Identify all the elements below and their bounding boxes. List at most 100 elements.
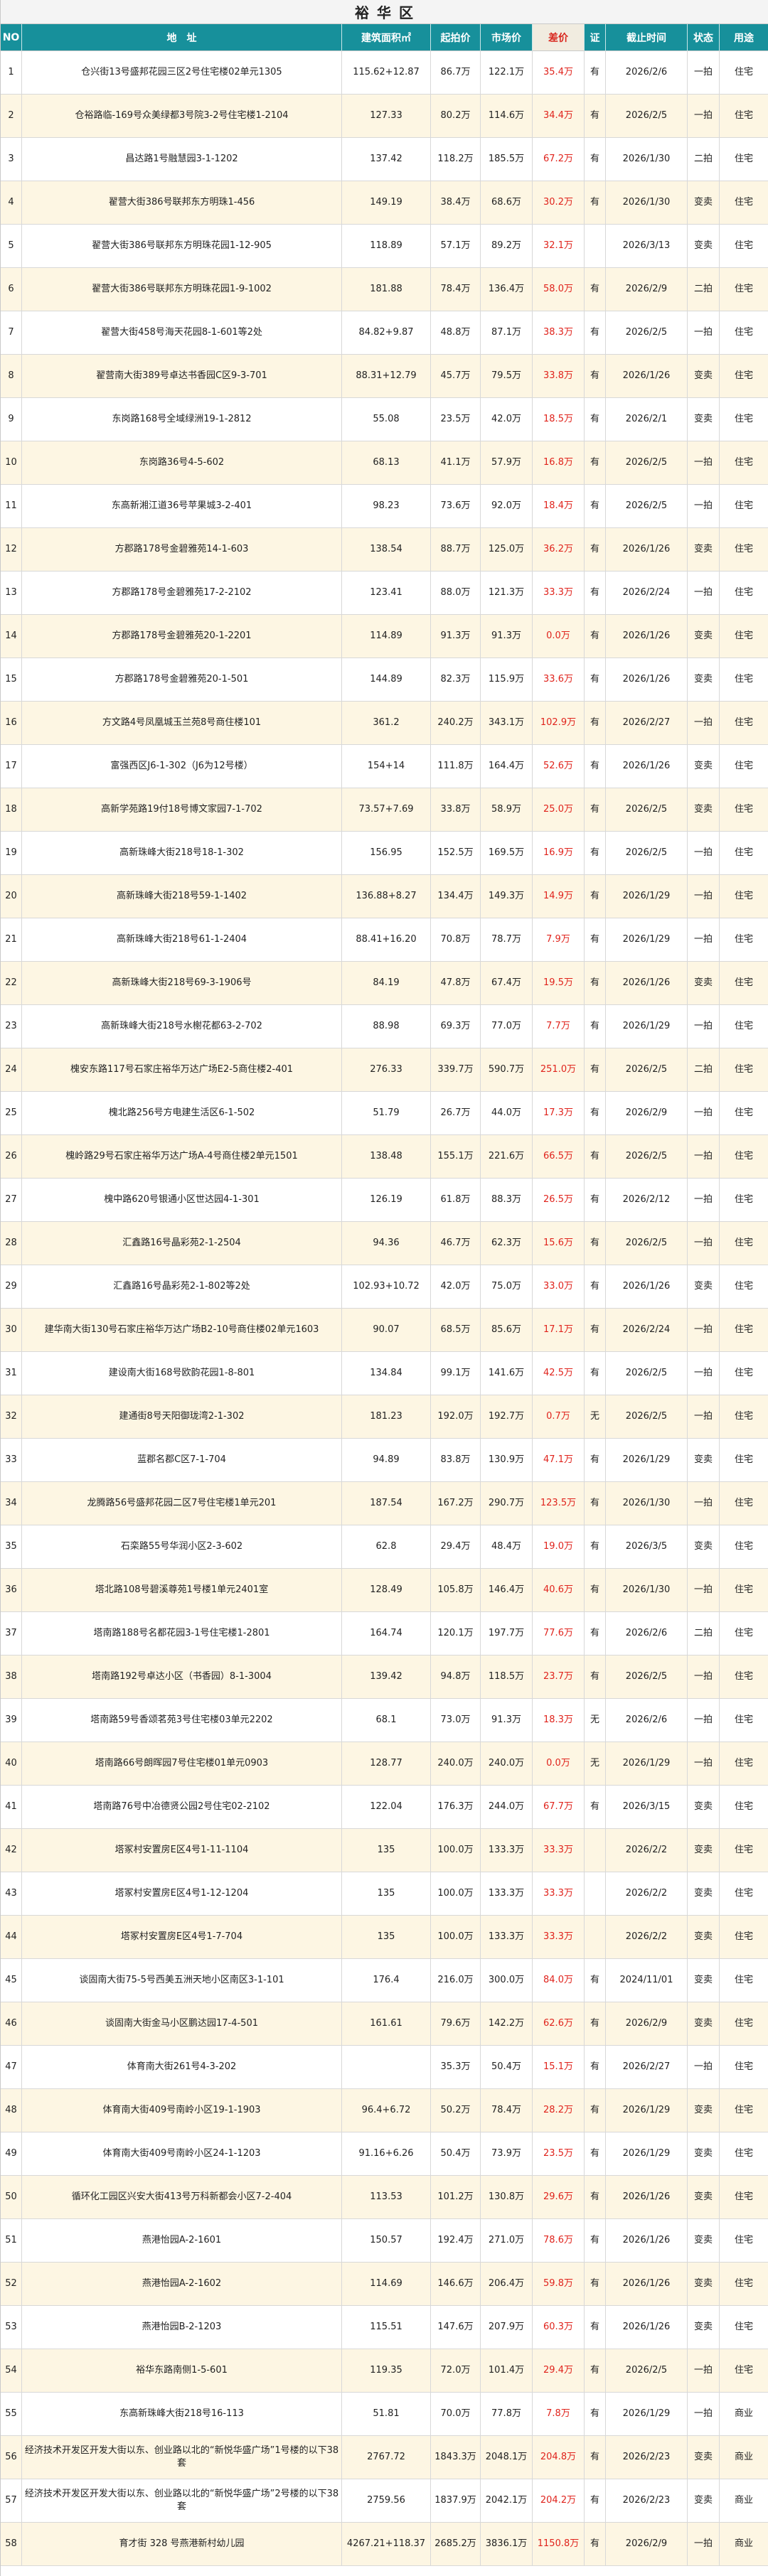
cell-usage: 商业	[720, 2523, 768, 2566]
cell-start-price: 134.4万	[431, 875, 481, 918]
cell-deadline: 2026/1/30	[606, 1569, 688, 1612]
cell-no: 57	[1, 2479, 22, 2523]
cell-area: 62.8	[342, 1525, 431, 1569]
cell-address: 塔南路192号卓达小区（书香园）8-1-3004	[22, 1655, 342, 1699]
cell-cert: 有	[585, 658, 606, 702]
cell-cert	[585, 1872, 606, 1916]
cell-diff: 15.1万	[533, 2046, 585, 2089]
cell-start-price: 192.0万	[431, 1395, 481, 1439]
cell-area: 73.57+7.69	[342, 788, 431, 832]
cell-cert: 有	[585, 138, 606, 181]
cell-address: 方郡路178号金碧雅苑20-1-2201	[22, 615, 342, 658]
cell-diff: 123.5万	[533, 1482, 585, 1525]
cell-status: 一拍	[688, 1092, 720, 1135]
cell-start-price: 100.0万	[431, 1829, 481, 1872]
cell-deadline: 2026/2/5	[606, 1222, 688, 1265]
cell-market-price: 62.3万	[481, 1222, 533, 1265]
cell-usage: 住宅	[720, 1916, 768, 1959]
cell-diff: 1150.8万	[533, 2523, 585, 2566]
cell-usage: 住宅	[720, 398, 768, 441]
cell-no: 52	[1, 2263, 22, 2306]
cell-diff: 36.2万	[533, 528, 585, 571]
cell-address: 循环化工园区兴安大街413号万科新都会小区7-2-404	[22, 2176, 342, 2219]
cell-area: 84.19	[342, 962, 431, 1005]
cell-address: 高新珠峰大街218号水榭花都63-2-702	[22, 1005, 342, 1048]
cell-status: 变卖	[688, 1525, 720, 1569]
cell-cert: 有	[585, 95, 606, 138]
cell-area: 113.53	[342, 2176, 431, 2219]
cell-address: 建华南大街130号石家庄裕华万达广场B2-10号商住楼02单元1603	[22, 1309, 342, 1352]
cell-usage: 住宅	[720, 1569, 768, 1612]
cell-deadline: 2026/1/29	[606, 918, 688, 962]
cell-address: 方郡路178号金碧雅苑20-1-501	[22, 658, 342, 702]
cell-area: 161.61	[342, 2002, 431, 2046]
cell-area: 276.33	[342, 1048, 431, 1092]
cell-deadline: 2026/2/5	[606, 95, 688, 138]
cell-diff: 47.1万	[533, 1439, 585, 1482]
header-area: 建筑面积㎡	[342, 24, 431, 51]
cell-diff: 18.5万	[533, 398, 585, 441]
cell-usage: 住宅	[720, 1439, 768, 1482]
cell-market-price: 197.7万	[481, 1612, 533, 1655]
cell-diff: 26.5万	[533, 1179, 585, 1222]
cell-deadline: 2026/1/26	[606, 658, 688, 702]
cell-address: 东岗路168号全域绿洲19-1-2812	[22, 398, 342, 441]
cell-start-price: 88.7万	[431, 528, 481, 571]
cell-deadline: 2026/1/30	[606, 138, 688, 181]
header-market-price: 市场价	[481, 24, 533, 51]
cell-status: 一拍	[688, 1482, 720, 1525]
cell-area: 135	[342, 1872, 431, 1916]
cell-deadline: 2024/11/01	[606, 1959, 688, 2002]
cell-market-price: 88.3万	[481, 1179, 533, 1222]
cell-deadline: 2026/1/26	[606, 528, 688, 571]
cell-cert: 有	[585, 702, 606, 745]
cell-no: 30	[1, 1309, 22, 1352]
cell-start-price: 79.6万	[431, 2002, 481, 2046]
cell-diff: 14.9万	[533, 875, 585, 918]
cell-start-price: 100.0万	[431, 1916, 481, 1959]
cell-cert: 有	[585, 1222, 606, 1265]
cell-area: 144.89	[342, 658, 431, 702]
cell-status: 一拍	[688, 311, 720, 355]
cell-no: 28	[1, 1222, 22, 1265]
cell-area: 128.49	[342, 1569, 431, 1612]
cell-no: 3	[1, 138, 22, 181]
cell-diff: 66.5万	[533, 1135, 585, 1179]
cell-address: 塔冢村安置房E区4号1-12-1204	[22, 1872, 342, 1916]
cell-deadline: 2026/1/29	[606, 1742, 688, 1786]
cell-diff: 7.7万	[533, 1005, 585, 1048]
cell-area: 122.04	[342, 1786, 431, 1829]
cell-deadline: 2026/2/2	[606, 1916, 688, 1959]
header-status: 状态	[688, 24, 720, 51]
cell-status: 一拍	[688, 702, 720, 745]
cell-market-price: 48.4万	[481, 1525, 533, 1569]
cell-status: 一拍	[688, 1742, 720, 1786]
cell-no: 31	[1, 1352, 22, 1395]
cell-area: 55.08	[342, 398, 431, 441]
cell-address: 翟营大街458号海天花园8-1-601等2处	[22, 311, 342, 355]
cell-no: 44	[1, 1916, 22, 1959]
cell-address: 塔北路108号碧溪尊苑1号楼1单元2401室	[22, 1569, 342, 1612]
cell-address: 仓裕路临-169号众美绿都3号院3-2号住宅楼1-2104	[22, 95, 342, 138]
cell-cert: 有	[585, 1265, 606, 1309]
cell-cert: 有	[585, 2132, 606, 2176]
cell-status: 二拍	[688, 1612, 720, 1655]
cell-start-price: 48.8万	[431, 311, 481, 355]
cell-start-price: 216.0万	[431, 1959, 481, 2002]
cell-diff: 40.6万	[533, 1569, 585, 1612]
cell-usage: 住宅	[720, 2263, 768, 2306]
cell-usage: 住宅	[720, 2219, 768, 2263]
header-deadline: 截止时间	[606, 24, 688, 51]
cell-area: 2767.72	[342, 2436, 431, 2479]
cell-no: 43	[1, 1872, 22, 1916]
cell-cert: 有	[585, 355, 606, 398]
cell-no: 18	[1, 788, 22, 832]
cell-deadline: 2026/2/12	[606, 1179, 688, 1222]
header-diff: 差价	[533, 24, 585, 51]
cell-address: 汇鑫路16号晶彩苑2-1-802等2处	[22, 1265, 342, 1309]
cell-usage: 住宅	[720, 1005, 768, 1048]
cell-cert: 有	[585, 1655, 606, 1699]
cell-address: 昌达路1号融慧园3-1-1202	[22, 138, 342, 181]
cell-usage: 住宅	[720, 1048, 768, 1092]
cell-cert: 有	[585, 918, 606, 962]
